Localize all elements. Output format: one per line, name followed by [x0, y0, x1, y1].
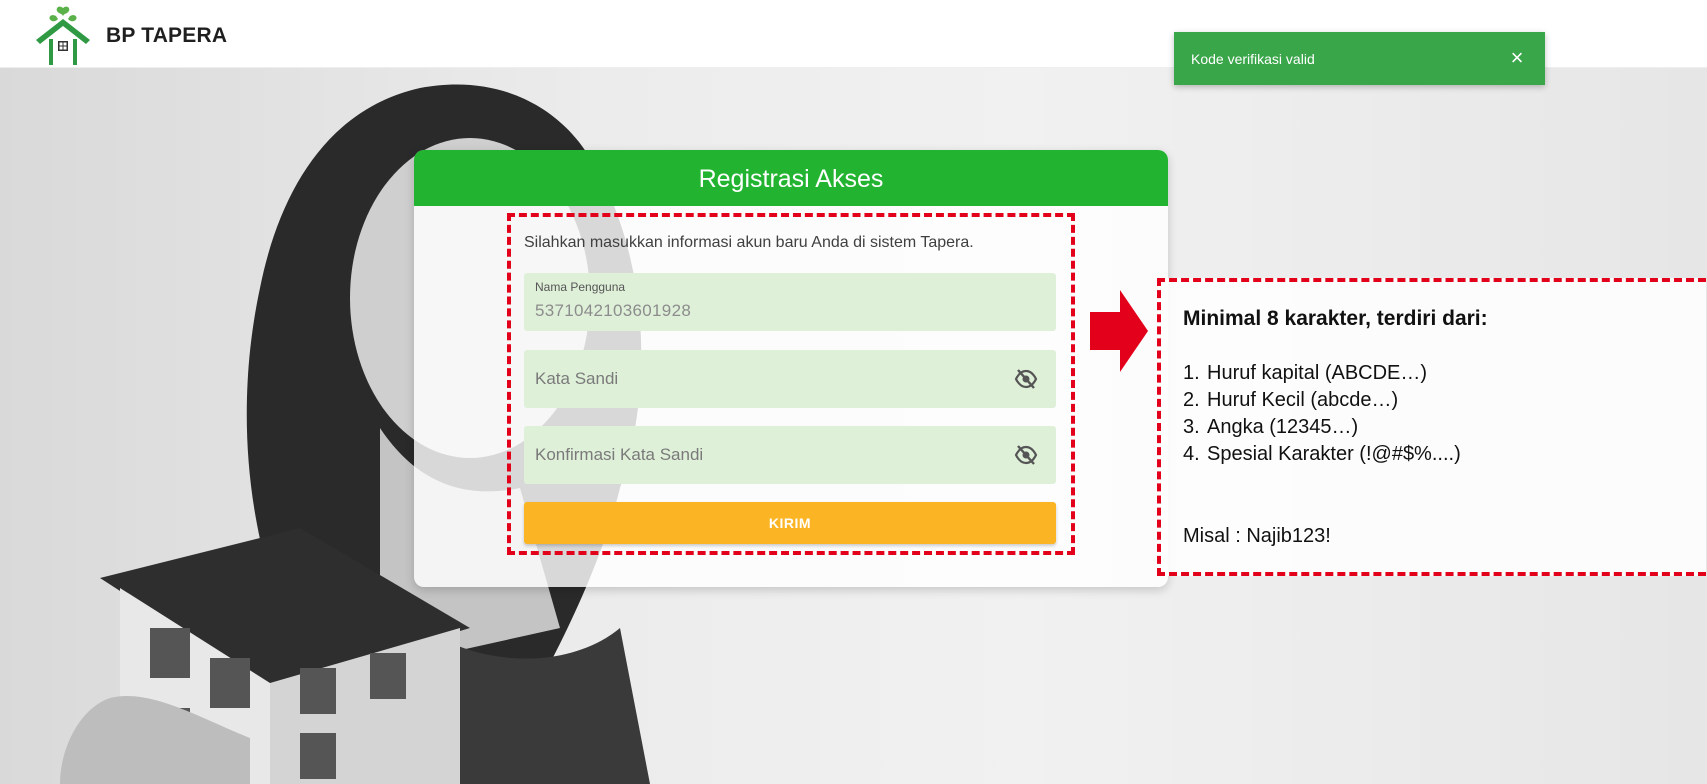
card-title: Registrasi Akses	[414, 150, 1168, 206]
rule-text: Huruf kapital (ABCDE…)	[1207, 362, 1428, 384]
rule-number: 3.	[1183, 416, 1200, 438]
rule-item: 3. Angka (12345…)	[1183, 414, 1461, 441]
right-arrow-icon	[1090, 290, 1148, 372]
toast-message: Kode verifikasi valid	[1191, 51, 1315, 67]
submit-button[interactable]: KIRIM	[524, 502, 1056, 544]
rules-list: 1. Huruf kapital (ABCDE…) 2. Huruf Kecil (…	[1183, 360, 1461, 468]
confirm-password-field	[524, 426, 1056, 484]
rule-text: Huruf Kecil (abcde…)	[1207, 389, 1399, 411]
registration-card: Registrasi Akses Silahkan masukkan infor…	[414, 150, 1168, 587]
username-label: Nama Pengguna	[535, 280, 626, 294]
eye-off-icon[interactable]	[1014, 444, 1038, 466]
close-icon[interactable]: ×	[1505, 44, 1529, 72]
success-toast: Kode verifikasi valid ×	[1174, 32, 1545, 85]
rule-item: 4. Spesial Karakter (!@#$%....)	[1183, 441, 1461, 468]
password-input[interactable]	[524, 350, 1056, 408]
intro-text: Silahkan masukkan informasi akun baru An…	[524, 234, 974, 251]
username-field[interactable]: Nama Pengguna 5371042103601928	[524, 273, 1056, 331]
rules-title: Minimal 8 karakter, terdiri dari:	[1183, 307, 1488, 330]
eye-off-icon[interactable]	[1014, 368, 1038, 390]
house-with-leaves-icon[interactable]	[32, 4, 94, 66]
password-field	[524, 350, 1056, 408]
rule-item: 1. Huruf kapital (ABCDE…)	[1183, 360, 1461, 387]
confirm-password-input[interactable]	[524, 426, 1056, 484]
rule-number: 4.	[1183, 443, 1200, 465]
rule-number: 1.	[1183, 362, 1200, 384]
rule-text: Spesial Karakter (!@#$%....)	[1207, 443, 1461, 465]
password-rules-box: Minimal 8 karakter, terdiri dari: 1. Huru…	[1157, 278, 1706, 576]
rule-item: 2. Huruf Kecil (abcde…)	[1183, 387, 1461, 414]
rule-number: 2.	[1183, 389, 1200, 411]
rules-example: Misal : Najib123!	[1183, 525, 1331, 547]
username-value: 5371042103601928	[535, 301, 692, 320]
brand-name[interactable]: BP TAPERA	[106, 24, 227, 48]
rule-text: Angka (12345…)	[1207, 416, 1359, 438]
